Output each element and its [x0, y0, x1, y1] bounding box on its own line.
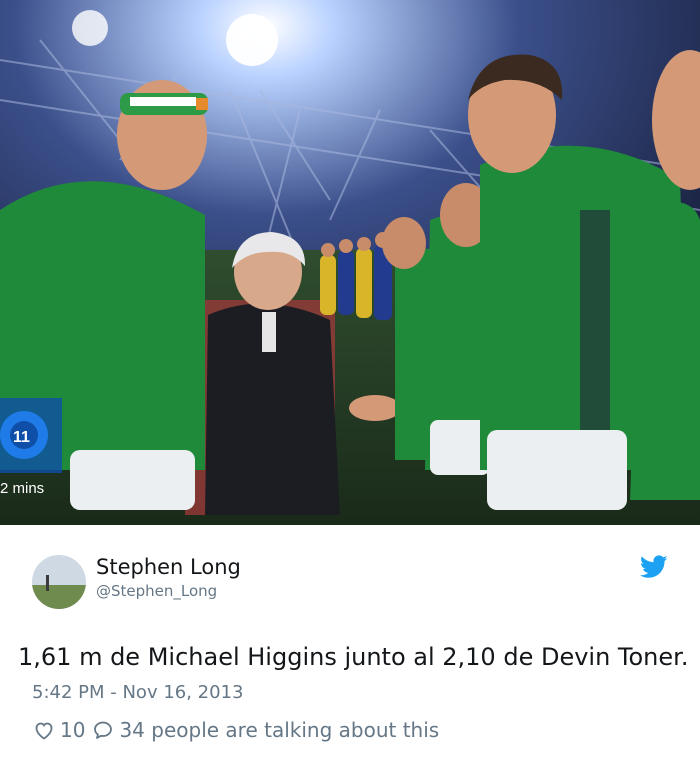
broadcast-logo: [0, 398, 62, 473]
broadcast-badge-number: 11: [13, 429, 30, 446]
author-avatar[interactable]: [32, 555, 86, 609]
tweet-photo[interactable]: 11 2 mins: [0, 0, 700, 525]
speech-bubble-icon[interactable]: [91, 718, 115, 742]
author-name[interactable]: Stephen Long: [96, 555, 241, 579]
tweet-text: 1,61 m de Michael Higgins junto al 2,10 …: [18, 643, 689, 671]
tweet-timestamp[interactable]: 5:42 PM - Nov 16, 2013: [32, 682, 243, 703]
rugby-photo-illustration: 11 2 mins: [0, 0, 700, 525]
talking-count[interactable]: 34 people are talking about this: [119, 718, 439, 742]
like-count: 10: [60, 718, 86, 742]
author-handle[interactable]: @Stephen_Long: [96, 582, 217, 600]
twitter-bird-icon[interactable]: [639, 555, 668, 579]
tweet-actions: 10 34 people are talking about this: [32, 716, 445, 744]
broadcast-timer: 2 mins: [0, 480, 44, 497]
heart-icon[interactable]: [32, 718, 56, 742]
